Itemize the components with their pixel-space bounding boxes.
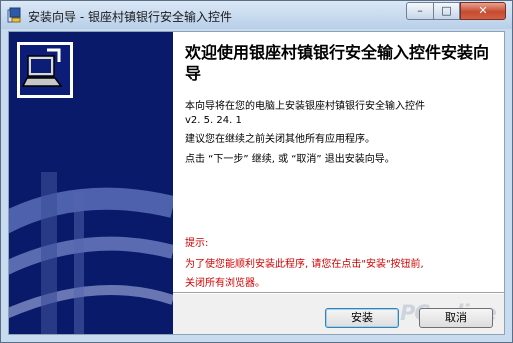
banner-graphic xyxy=(9,42,173,334)
tips-line-2: 关闭所有浏览器。 xyxy=(185,278,265,289)
installer-app-icon xyxy=(7,7,21,23)
advice-text: 建议您在继续之前关闭其他所有应用程序。 xyxy=(185,134,375,145)
instruction-text: 点击 “下一步” 继续, 或 “取消” 退出安装向导。 xyxy=(185,154,395,165)
cancel-button[interactable]: 取消 xyxy=(419,308,493,328)
window-title: 安装向导 - 银座村镇银行安全输入控件 xyxy=(28,10,232,24)
title-bar[interactable]: 安装向导 - 银座村镇银行安全输入控件 – □ ✕ xyxy=(1,1,512,29)
maximize-button[interactable]: □ xyxy=(433,2,460,20)
close-button[interactable]: ✕ xyxy=(460,2,506,20)
version-text: v2. 5. 24. 1 xyxy=(185,115,242,126)
installer-window: 安装向导 - 银座村镇银行安全输入控件 – □ ✕ 欢迎使用银座村镇银行安全输入… xyxy=(0,0,513,343)
footer-divider xyxy=(173,292,504,294)
tips-line-1: 为了使您能顺利安装此程序, 请您在点击"安装"按钮前, xyxy=(185,259,424,270)
install-button[interactable]: 安装 xyxy=(325,308,399,328)
wizard-banner xyxy=(9,32,173,334)
wizard-heading: 欢迎使用银座村镇银行安全输入控件安装向导 xyxy=(185,43,490,83)
minimize-button[interactable]: – xyxy=(406,2,433,20)
computer-install-icon xyxy=(17,42,73,98)
intro-text: 本向导将在您的电脑上安装银座村镇银行安全输入控件 xyxy=(185,101,425,112)
wizard-content: 欢迎使用银座村镇银行安全输入控件安装向导 本向导将在您的电脑上安装银座村镇银行安… xyxy=(173,32,504,292)
wizard-client-area: 欢迎使用银座村镇银行安全输入控件安装向导 本向导将在您的电脑上安装银座村镇银行安… xyxy=(8,31,505,335)
tips-title: 提示: xyxy=(185,238,209,249)
